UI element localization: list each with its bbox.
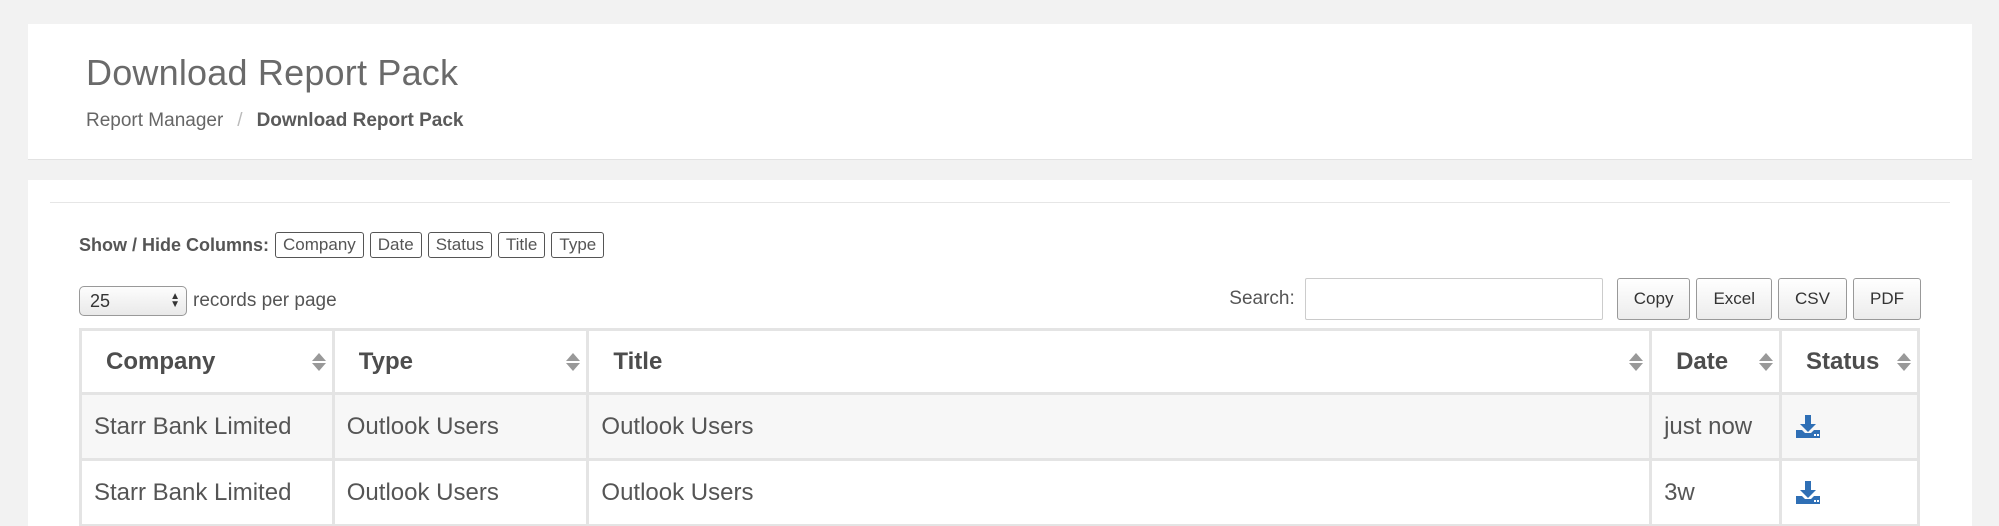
reports-table: Company Type Title Date Status Starr Ban…	[79, 328, 1920, 526]
cell-type: Outlook Users	[331, 458, 590, 526]
records-per-page-select[interactable]: 25 ▲ ▼	[79, 286, 187, 316]
sort-icon	[566, 352, 581, 371]
records-per-page-label: records per page	[193, 290, 337, 311]
column-visibility-label: Show / Hide Columns:	[79, 234, 270, 255]
toggle-status-column-button[interactable]: Status	[427, 232, 492, 258]
toggle-type-column-button[interactable]: Type	[551, 232, 605, 258]
toggle-company-column-button[interactable]: Company	[275, 232, 364, 258]
table-header-row: Company Type Title Date Status	[79, 328, 1920, 395]
cell-company: Starr Bank Limited	[79, 458, 335, 526]
table-row: Starr Bank Limited Outlook Users Outlook…	[79, 458, 1920, 526]
sort-icon	[311, 352, 326, 371]
cell-date: 3w	[1649, 458, 1782, 526]
cell-status	[1779, 458, 1920, 526]
cell-company: Starr Bank Limited	[79, 392, 335, 461]
column-header-label: Date	[1676, 347, 1729, 375]
column-header-label: Title	[613, 347, 663, 375]
select-arrows-icon: ▲ ▼	[170, 291, 180, 310]
pdf-button[interactable]: PDF	[1853, 278, 1921, 320]
page-title: Download Report Pack	[86, 52, 459, 93]
cell-title: Outlook Users	[586, 392, 1653, 461]
download-icon[interactable]	[1794, 480, 1822, 506]
search-label: Search:	[1229, 288, 1295, 309]
column-header-date[interactable]: Date	[1649, 328, 1782, 395]
column-header-label: Status	[1806, 347, 1880, 375]
sort-icon	[1759, 352, 1773, 371]
breadcrumb-separator: /	[237, 110, 243, 131]
cell-date: just now	[1649, 392, 1782, 461]
breadcrumb: Report Manager / Download Report Pack	[86, 110, 464, 132]
toggle-date-column-button[interactable]: Date	[369, 232, 422, 258]
search-input[interactable]	[1304, 278, 1603, 320]
page-header: Download Report Pack Report Manager / Do…	[28, 24, 1972, 160]
cell-title: Outlook Users	[586, 458, 1653, 526]
content-panel: Show / Hide Columns: Company Date Status…	[28, 180, 1972, 526]
excel-button[interactable]: Excel	[1696, 278, 1773, 320]
download-icon[interactable]	[1794, 414, 1822, 440]
sort-icon	[1629, 352, 1644, 371]
copy-button[interactable]: Copy	[1616, 278, 1691, 320]
table-row: Starr Bank Limited Outlook Users Outlook…	[79, 392, 1920, 461]
search-and-export: Search: Copy Excel CSV PDF	[1229, 278, 1921, 320]
column-header-company[interactable]: Company	[79, 328, 335, 395]
divider	[50, 202, 1950, 203]
column-visibility-bar: Show / Hide Columns: Company Date Status…	[79, 232, 610, 258]
column-header-title[interactable]: Title	[586, 328, 1653, 395]
breadcrumb-current: Download Report Pack	[256, 110, 464, 131]
records-per-page-value: 25	[90, 290, 111, 311]
column-header-type[interactable]: Type	[331, 328, 590, 395]
column-header-status[interactable]: Status	[1779, 328, 1920, 395]
sort-icon	[1897, 352, 1911, 371]
records-per-page: 25 ▲ ▼ records per page	[79, 286, 337, 316]
column-header-label: Type	[358, 347, 413, 375]
cell-type: Outlook Users	[331, 392, 590, 461]
toggle-title-column-button[interactable]: Title	[497, 232, 546, 258]
csv-button[interactable]: CSV	[1778, 278, 1847, 320]
breadcrumb-link-report-manager[interactable]: Report Manager	[86, 110, 223, 132]
cell-status	[1779, 392, 1920, 461]
column-header-label: Company	[106, 347, 216, 375]
